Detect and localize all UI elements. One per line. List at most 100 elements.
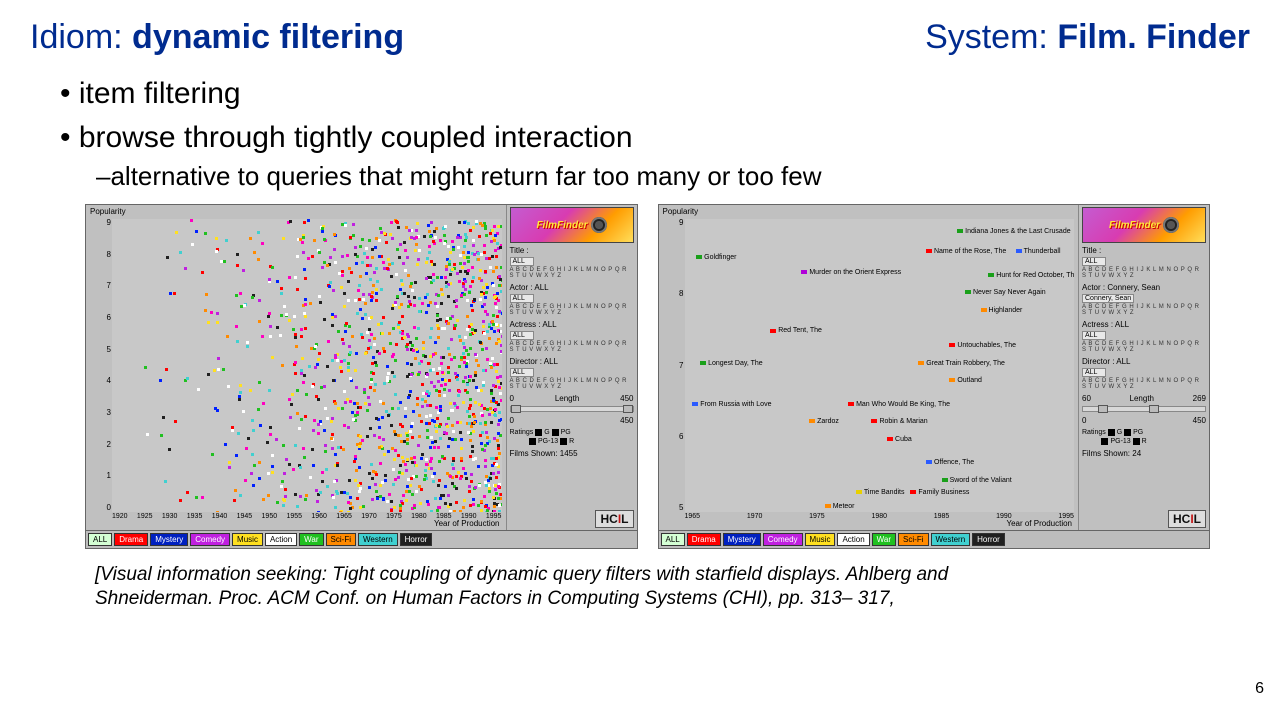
genre-button-music[interactable]: Music <box>232 533 263 546</box>
genre-bar: ALLDramaMysteryComedyMusicActionWarSci-F… <box>659 530 1210 548</box>
filmfinder-panel-all: Popularity 9876543210 192019251930193519… <box>85 204 638 549</box>
film-label[interactable]: Indiana Jones & the Last Crusade <box>957 228 1070 235</box>
y-axis-label: Popularity <box>663 207 699 216</box>
film-label[interactable]: Sword of the Valiant <box>942 477 1012 484</box>
film-label[interactable]: From Russia with Love <box>692 401 771 408</box>
genre-button-horror[interactable]: Horror <box>400 533 433 546</box>
filter-sidebar: FilmFinder Title : ALL A B C D E F G H I… <box>507 205 637 530</box>
film-reel-icon <box>1163 217 1179 233</box>
films-shown-count: Films Shown: 24 <box>1082 449 1206 458</box>
alpha-slider-director[interactable]: A B C D E F G H I J K L M N O P Q R S T … <box>1082 378 1206 390</box>
film-label[interactable]: Name of the Rose, The <box>926 248 1006 255</box>
system-title: System: Film. Finder <box>925 18 1250 57</box>
genre-button-comedy[interactable]: Comedy <box>190 533 230 546</box>
film-reel-icon <box>591 217 607 233</box>
film-label[interactable]: Untouchables, The <box>949 342 1016 349</box>
film-label[interactable]: Murder on the Orient Express <box>801 269 901 276</box>
system-name: Film. Finder <box>1057 18 1250 56</box>
filmfinder-logo: FilmFinder <box>510 207 634 243</box>
genre-button-western[interactable]: Western <box>358 533 398 546</box>
figure-row: Popularity 9876543210 192019251930193519… <box>0 204 1280 549</box>
genre-button-music[interactable]: Music <box>805 533 836 546</box>
alpha-slider-actress[interactable]: A B C D E F G H I J K L M N O P Q R S T … <box>1082 341 1206 353</box>
actress-value[interactable]: ALL <box>1082 331 1106 340</box>
citation-text: [Visual information seeking: Tight coupl… <box>0 549 1060 611</box>
genre-button-war[interactable]: War <box>872 533 896 546</box>
alpha-slider[interactable]: A B C D E F G H I J K L M N O P Q R S T … <box>1082 267 1206 279</box>
film-label[interactable]: Hunt for Red October, The <box>988 272 1074 279</box>
title-filter-value[interactable]: ALL <box>1082 257 1106 266</box>
film-label[interactable]: Highlander <box>981 307 1023 314</box>
film-label[interactable]: Never Say Never Again <box>965 289 1046 296</box>
genre-button-sci-fi[interactable]: Sci-Fi <box>326 533 356 546</box>
y-axis-label: Popularity <box>90 207 126 216</box>
film-label[interactable]: Longest Day, The <box>700 360 763 367</box>
length-min: 0 <box>510 394 514 403</box>
genre-button-mystery[interactable]: Mystery <box>723 533 761 546</box>
genre-button-war[interactable]: War <box>299 533 323 546</box>
director-value[interactable]: ALL <box>1082 368 1106 377</box>
actor-value[interactable]: Connery, Sean <box>1082 294 1134 303</box>
actress-filter: Actress : ALL <box>510 320 634 329</box>
film-label[interactable]: Great Train Robbery, The <box>918 360 1005 367</box>
plot-area[interactable] <box>112 219 502 512</box>
hcil-logo: HCIL <box>1168 510 1206 528</box>
filmfinder-panel-filtered: Popularity 98765 Goldfinger Indiana Jones… <box>658 204 1211 549</box>
film-label[interactable]: Thunderball <box>1016 248 1061 255</box>
filmfinder-logo: FilmFinder <box>1082 207 1206 243</box>
alpha-slider-actor[interactable]: A B C D E F G H I J K L M N O P Q R S T … <box>1082 304 1206 316</box>
alpha-slider-director[interactable]: A B C D E F G H I J K L M N O P Q R S T … <box>510 378 634 390</box>
y-axis-ticks: 9876543210 <box>89 219 111 512</box>
title-filter-label: Title : <box>1082 246 1206 255</box>
actor-value[interactable]: ALL <box>510 294 534 303</box>
genre-button-all[interactable]: ALL <box>661 533 685 546</box>
film-label[interactable]: Outland <box>949 377 982 384</box>
film-label[interactable]: Zardoz <box>809 418 839 425</box>
length-slider[interactable] <box>1082 406 1206 412</box>
ratings-filter[interactable]: Ratings G PG PG-13 R <box>510 428 634 446</box>
title-filter-label: Title : <box>510 246 634 255</box>
length-label: Length <box>1130 394 1154 403</box>
film-label[interactable]: Goldfinger <box>696 254 736 261</box>
alpha-slider[interactable]: A B C D E F G H I J K L M N O P Q R S T … <box>510 267 634 279</box>
idiom-name: dynamic filtering <box>132 18 404 56</box>
genre-button-mystery[interactable]: Mystery <box>150 533 188 546</box>
actor-filter: Actor : Connery, Sean <box>1082 283 1206 292</box>
alpha-slider-actor[interactable]: A B C D E F G H I J K L M N O P Q R S T … <box>510 304 634 316</box>
idiom-title: Idiom: dynamic filtering <box>30 18 404 57</box>
actress-value[interactable]: ALL <box>510 331 534 340</box>
x-axis-label: Year of Production <box>434 519 500 528</box>
director-value[interactable]: ALL <box>510 368 534 377</box>
alpha-slider-actress[interactable]: A B C D E F G H I J K L M N O P Q R S T … <box>510 341 634 353</box>
film-label[interactable]: Man Who Would Be King, The <box>848 401 950 408</box>
genre-button-horror[interactable]: Horror <box>972 533 1005 546</box>
page-number: 6 <box>1255 680 1264 698</box>
genre-button-all[interactable]: ALL <box>88 533 112 546</box>
film-label[interactable]: Time Bandits <box>856 489 905 496</box>
genre-button-drama[interactable]: Drama <box>114 533 148 546</box>
plot-area[interactable]: Goldfinger Indiana Jones & the Last Crusa… <box>685 219 1075 512</box>
ratings-filter[interactable]: Ratings G PG PG-13 R <box>1082 428 1206 446</box>
length-slider[interactable] <box>510 406 634 412</box>
film-label[interactable]: Family Business <box>910 489 969 496</box>
filter-sidebar: FilmFinder Title : ALL A B C D E F G H I… <box>1079 205 1209 530</box>
film-label[interactable]: Robin & Marian <box>871 418 927 425</box>
film-label[interactable]: Red Tent, The <box>770 327 822 334</box>
films-shown-count: Films Shown: 1455 <box>510 449 634 458</box>
genre-button-comedy[interactable]: Comedy <box>763 533 803 546</box>
y-axis-ticks: 98765 <box>662 219 684 512</box>
genre-button-western[interactable]: Western <box>931 533 971 546</box>
title-filter-value[interactable]: ALL <box>510 257 534 266</box>
director-filter: Director : ALL <box>510 357 634 366</box>
actress-filter: Actress : ALL <box>1082 320 1206 329</box>
scatter-plot-filtered: Popularity 98765 Goldfinger Indiana Jones… <box>659 205 1080 530</box>
film-label[interactable]: Meteor <box>825 503 855 510</box>
genre-button-drama[interactable]: Drama <box>687 533 721 546</box>
film-label[interactable]: Offence, The <box>926 459 974 466</box>
length-label: Length <box>555 394 579 403</box>
genre-button-action[interactable]: Action <box>265 533 297 546</box>
bullet-list: • item filtering • browse through tightl… <box>0 57 1280 192</box>
genre-button-sci-fi[interactable]: Sci-Fi <box>898 533 928 546</box>
genre-button-action[interactable]: Action <box>837 533 869 546</box>
film-label[interactable]: Cuba <box>887 436 912 443</box>
